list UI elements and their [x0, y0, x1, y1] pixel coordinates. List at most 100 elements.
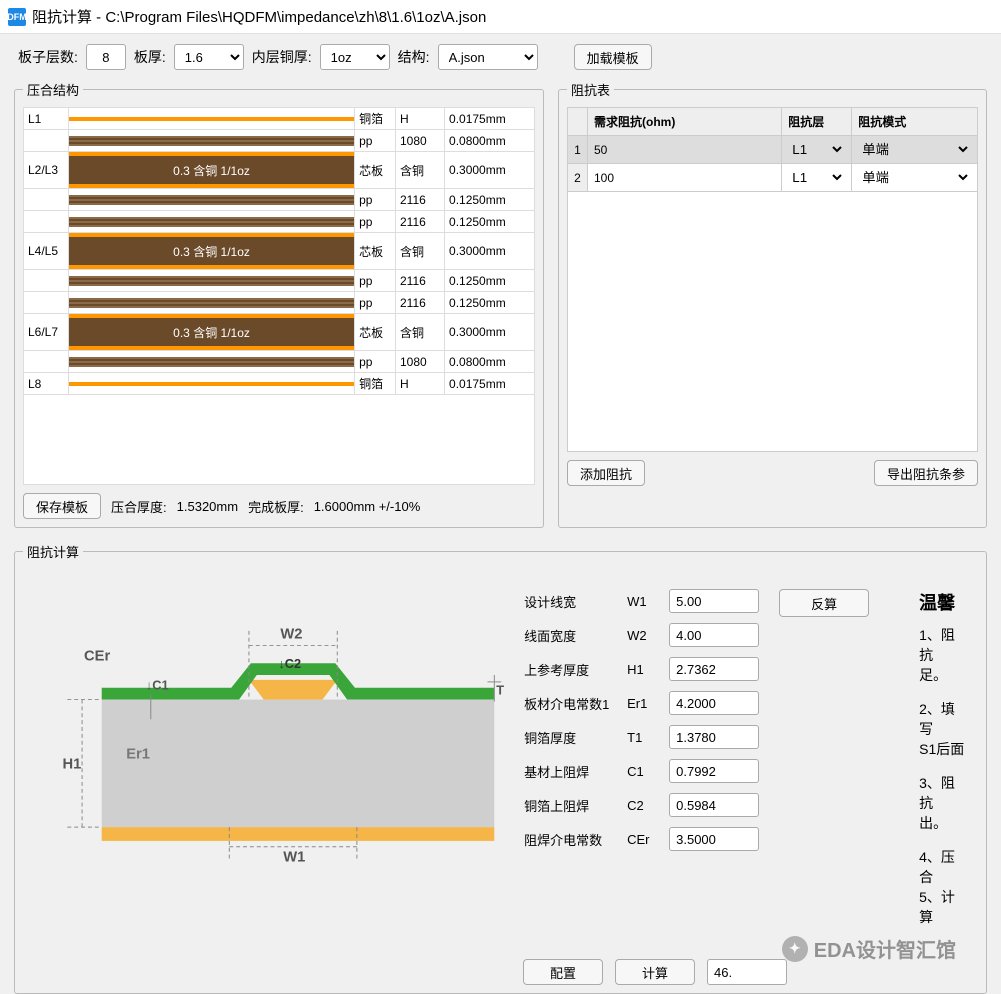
stack-thickness: 0.1250mm: [445, 270, 535, 292]
impedance-row[interactable]: 2100L1单端: [568, 164, 978, 192]
stack-row[interactable]: L8铜箔H0.0175mm: [24, 373, 535, 395]
param-name: 基材上阻焊: [524, 762, 619, 781]
imp-header-mode: 阻抗模式: [852, 108, 978, 136]
stack-material: 芯板: [355, 233, 396, 270]
tips-line: 3、阻抗 出。: [919, 773, 968, 833]
param-row: 铜箔上阻焊 C2: [524, 793, 759, 817]
layers-input[interactable]: [86, 44, 126, 70]
stack-row[interactable]: L4/L50.3 含铜 1/1oz芯板含铜0.3000mm: [24, 233, 535, 270]
finish-thick-value: 1.6000mm +/-10%: [314, 499, 421, 514]
impedance-diagram: W2 ↓C2 CEr ↓C1 T1 H1 Er1 W1: [33, 589, 504, 869]
param-input-C1[interactable]: [669, 759, 759, 783]
add-impedance-button[interactable]: 添加阻抗: [567, 460, 645, 486]
svg-text:T1: T1: [496, 683, 504, 698]
stack-thickness: 0.0800mm: [445, 351, 535, 373]
imp-layer-cell[interactable]: L1: [782, 136, 852, 164]
result-value: 46.: [707, 959, 787, 985]
imp-layer-select[interactable]: L1: [788, 141, 845, 158]
stack-type: 含铜: [395, 314, 444, 351]
param-name: 铜箔上阻焊: [524, 796, 619, 815]
param-input-CEr[interactable]: [669, 827, 759, 851]
stack-type: H: [395, 108, 444, 130]
tips-line: 2、填写 S1后面: [919, 699, 968, 759]
inner-cu-select[interactable]: 1oz: [320, 44, 390, 70]
stack-type: 含铜: [395, 152, 444, 189]
stack-row[interactable]: pp21160.1250mm: [24, 270, 535, 292]
imp-layer-select[interactable]: L1: [788, 169, 845, 186]
impedance-table: 需求阻抗(ohm) 阻抗层 阻抗模式 150L1单端2100L1单端: [567, 107, 978, 192]
stack-layer-name: L1: [24, 108, 69, 130]
param-input-C2[interactable]: [669, 793, 759, 817]
stack-row[interactable]: L2/L30.3 含铜 1/1oz芯板含铜0.3000mm: [24, 152, 535, 189]
param-symbol: H1: [627, 662, 661, 677]
config-button[interactable]: 配置: [523, 959, 603, 985]
param-name: 板材介电常数1: [524, 694, 619, 713]
stack-layer-visual: [68, 270, 354, 292]
export-impedance-button[interactable]: 导出阻抗条参: [874, 460, 978, 486]
stack-type: 含铜: [395, 233, 444, 270]
param-symbol: Er1: [627, 696, 661, 711]
struct-select[interactable]: A.json: [438, 44, 538, 70]
stack-layer-visual: [68, 292, 354, 314]
window-title: 阻抗计算 - C:\Program Files\HQDFM\impedance\…: [32, 6, 486, 27]
thickness-select[interactable]: 1.6: [174, 44, 244, 70]
imp-mode-select[interactable]: 单端: [858, 169, 971, 186]
stack-row[interactable]: pp21160.1250mm: [24, 292, 535, 314]
stack-row[interactable]: pp21160.1250mm: [24, 189, 535, 211]
stack-layer-visual: 0.3 含铜 1/1oz: [68, 233, 354, 270]
stack-layer-name: L6/L7: [24, 314, 69, 351]
stack-type: 2116: [395, 292, 444, 314]
stack-layer-name: [24, 211, 69, 233]
imp-mode-cell[interactable]: 单端: [852, 136, 978, 164]
reverse-calc-button[interactable]: 反算: [779, 589, 869, 617]
stackup-panel: 压合结构 L1铜箔H0.0175mmpp10800.0800mmL2/L30.3…: [14, 80, 544, 528]
stack-thickness: 0.0175mm: [445, 373, 535, 395]
save-template-button[interactable]: 保存模板: [23, 493, 101, 519]
stack-layer-visual: [68, 130, 354, 152]
stack-layer-visual: [68, 373, 354, 395]
stack-material: 芯板: [355, 152, 396, 189]
stack-material: 芯板: [355, 314, 396, 351]
imp-mode-select[interactable]: 单端: [858, 141, 971, 158]
load-template-button[interactable]: 加载模板: [574, 44, 652, 70]
stack-thickness: 0.1250mm: [445, 292, 535, 314]
param-input-W1[interactable]: [669, 589, 759, 613]
stack-layer-name: L8: [24, 373, 69, 395]
param-input-T1[interactable]: [669, 725, 759, 749]
stack-thickness: 0.3000mm: [445, 233, 535, 270]
stack-layer-name: [24, 189, 69, 211]
stack-row[interactable]: pp10800.0800mm: [24, 351, 535, 373]
impedance-row[interactable]: 150L1单端: [568, 136, 978, 164]
stack-type: 2116: [395, 189, 444, 211]
param-symbol: C2: [627, 798, 661, 813]
param-list: 设计线宽W1线面宽度W2上参考厚度H1板材介电常数1Er1铜箔厚度T1基材上阻焊…: [524, 589, 759, 941]
param-name: 铜箔厚度: [524, 728, 619, 747]
svg-text:W1: W1: [283, 850, 305, 866]
compute-button[interactable]: 计算: [615, 959, 695, 985]
stack-layer-visual: [68, 189, 354, 211]
tips-title: 温馨: [919, 589, 968, 615]
imp-mode-cell[interactable]: 单端: [852, 164, 978, 192]
param-row: 上参考厚度H1: [524, 657, 759, 681]
tips-line: 4、压合 5、计算: [919, 847, 968, 927]
param-input-W2[interactable]: [669, 623, 759, 647]
imp-req[interactable]: 50: [588, 136, 782, 164]
top-toolbar: 板子层数: 板厚: 1.6 内层铜厚: 1oz 结构: A.json 加载模板: [0, 34, 1001, 80]
app-icon: DFM: [8, 8, 26, 26]
param-input-H1[interactable]: [669, 657, 759, 681]
stack-row[interactable]: L1铜箔H0.0175mm: [24, 108, 535, 130]
stack-row[interactable]: pp10800.0800mm: [24, 130, 535, 152]
stack-layer-name: [24, 351, 69, 373]
watermark: ✦ EDA设计智汇馆: [782, 934, 956, 963]
finish-thick-label: 完成板厚:: [248, 497, 304, 516]
stack-row[interactable]: pp21160.1250mm: [24, 211, 535, 233]
param-row: 基材上阻焊C1: [524, 759, 759, 783]
stack-layer-visual: [68, 108, 354, 130]
param-input-Er1[interactable]: [669, 691, 759, 715]
stack-row[interactable]: L6/L70.3 含铜 1/1oz芯板含铜0.3000mm: [24, 314, 535, 351]
param-symbol: T1: [627, 730, 661, 745]
imp-req[interactable]: 100: [588, 164, 782, 192]
stack-layer-name: L4/L5: [24, 233, 69, 270]
stack-type: 2116: [395, 270, 444, 292]
imp-layer-cell[interactable]: L1: [782, 164, 852, 192]
